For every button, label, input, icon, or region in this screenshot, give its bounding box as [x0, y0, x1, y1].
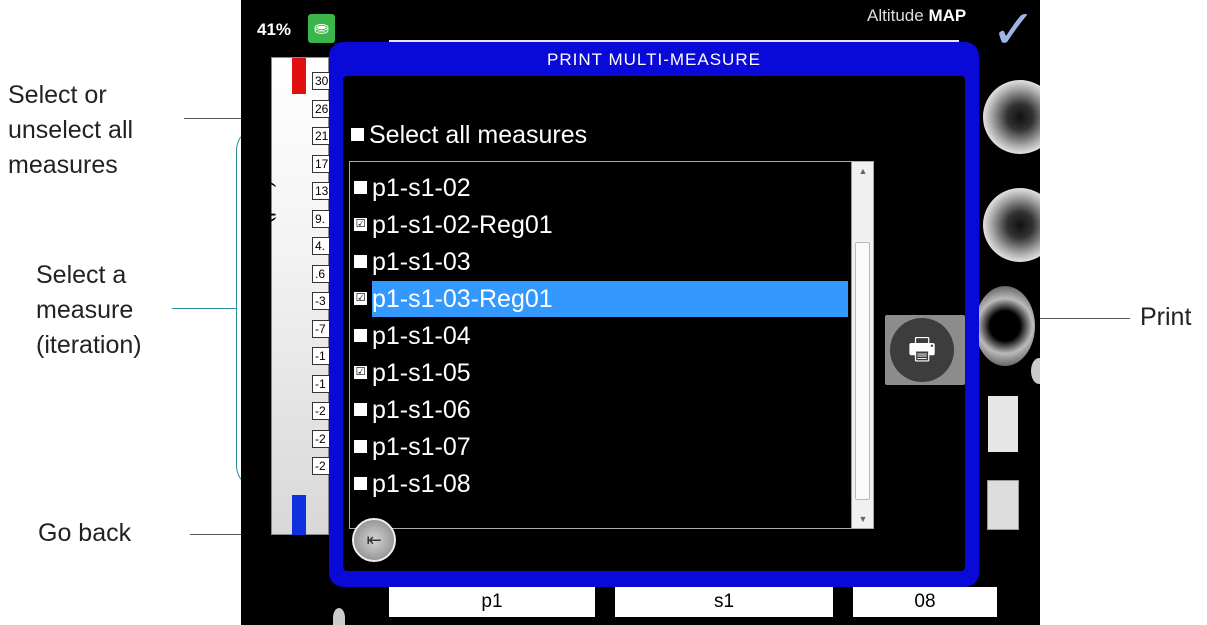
lens-icon[interactable]: [983, 188, 1040, 262]
device-screen: 41% ⛂ Altitude MAP ✓ Altitude (µm) 30 26 2…: [241, 0, 1040, 625]
battery-level: 41%: [257, 20, 292, 39]
annotation-text: measures: [8, 151, 118, 179]
scroll-down-icon[interactable]: ▼: [852, 510, 874, 528]
scroll-thumb[interactable]: [855, 242, 870, 500]
measure-label: p1-s1-03-Reg01: [372, 285, 553, 313]
app-title-prefix: Altitude: [867, 6, 924, 25]
measure-list-item[interactable]: p1-s1-07: [354, 429, 846, 465]
annotation-text: Select a: [36, 261, 127, 289]
project-field[interactable]: p1: [389, 587, 595, 617]
checkbox-icon[interactable]: [354, 180, 367, 194]
scale-low-color: [292, 495, 306, 535]
camera-icon[interactable]: [983, 80, 1040, 154]
checkbox-icon[interactable]: [351, 127, 364, 141]
app-title-bold: MAP: [928, 6, 967, 25]
measure-list-item[interactable]: ☑ p1-s1-03-Reg01: [354, 281, 848, 317]
printer-icon: 🖶: [890, 318, 954, 382]
measure-label: p1-s1-07: [372, 433, 471, 461]
checkbox-checked-icon[interactable]: ☑: [354, 217, 367, 231]
checkbox-icon[interactable]: [354, 439, 367, 453]
measure-label: p1-s1-05: [372, 359, 471, 387]
annotation-text: Select or: [8, 81, 107, 109]
annotation-select-measure: Select a measure (iteration): [36, 258, 142, 363]
annotation-text: (iteration): [36, 331, 142, 359]
map-thumbnail-icon[interactable]: [988, 396, 1018, 452]
dialog-body: Select all measures p1-s1-02 ☑ p1-s1-02-Re…: [343, 76, 965, 571]
logo-check-icon: ✓: [991, 0, 1037, 60]
measure-list-item[interactable]: p1-s1-03: [354, 244, 846, 280]
measure-list-item[interactable]: p1-s1-08: [354, 466, 846, 502]
number-field[interactable]: 08: [853, 587, 997, 617]
select-all-checkbox[interactable]: Select all measures: [351, 121, 587, 150]
measure-list-item[interactable]: ☑ p1-s1-02-Reg01: [354, 207, 846, 243]
scale-high-color: [292, 58, 306, 94]
annotation-line-select-measure: [172, 308, 237, 309]
series-field[interactable]: s1: [615, 587, 833, 617]
print-multi-measure-dialog: PRINT MULTI-MEASURE Select all measures …: [329, 42, 979, 587]
annotation-print: Print: [1140, 303, 1192, 331]
dialog-title: PRINT MULTI-MEASURE: [547, 50, 761, 69]
checkbox-icon[interactable]: [354, 254, 367, 268]
checkbox-checked-icon[interactable]: ☑: [354, 365, 367, 379]
measure-label: p1-s1-02-Reg01: [372, 211, 553, 239]
side-handle-icon[interactable]: [1031, 358, 1040, 384]
app-title: Altitude MAP: [867, 6, 966, 26]
checkbox-checked-icon[interactable]: ☑: [354, 291, 367, 305]
measure-label: p1-s1-08: [372, 470, 471, 498]
measure-label: p1-s1-04: [372, 322, 471, 350]
measure-list-item[interactable]: p1-s1-02: [354, 170, 846, 206]
gear-icon[interactable]: [975, 286, 1035, 366]
database-icon[interactable]: ⛂: [308, 14, 335, 43]
measure-label: p1-s1-03: [372, 248, 471, 276]
checkbox-icon[interactable]: [354, 476, 367, 490]
altitude-axis-label: Altitude (µm): [253, 180, 276, 300]
exit-icon: ⇤: [366, 530, 382, 550]
checkbox-icon[interactable]: [354, 328, 367, 342]
annotation-go-back: Go back: [38, 519, 132, 547]
document-icon[interactable]: [987, 480, 1019, 530]
bottom-handle-icon: [333, 608, 345, 625]
scroll-up-icon[interactable]: ▲: [852, 162, 874, 180]
select-all-label: Select all measures: [369, 121, 588, 149]
measure-label: p1-s1-06: [372, 396, 471, 424]
measure-list-item[interactable]: p1-s1-06: [354, 392, 846, 428]
go-back-button[interactable]: ⇤: [352, 518, 396, 562]
annotation-text: measure: [36, 296, 134, 324]
annotation-text: unselect all: [8, 116, 134, 144]
measure-list-item[interactable]: ☑ p1-s1-05: [354, 355, 846, 391]
checkbox-icon[interactable]: [354, 402, 367, 416]
measure-label: p1-s1-02: [372, 174, 471, 202]
annotation-select-all: Select or unselect all measures: [8, 78, 133, 183]
list-scrollbar[interactable]: ▲ ▼: [851, 162, 873, 528]
measure-list[interactable]: p1-s1-02 ☑ p1-s1-02-Reg01 p1-s1-03 ☑ p1-s1-03…: [349, 161, 874, 529]
print-button[interactable]: 🖶: [885, 315, 965, 385]
measure-list-item[interactable]: p1-s1-04: [354, 318, 846, 354]
